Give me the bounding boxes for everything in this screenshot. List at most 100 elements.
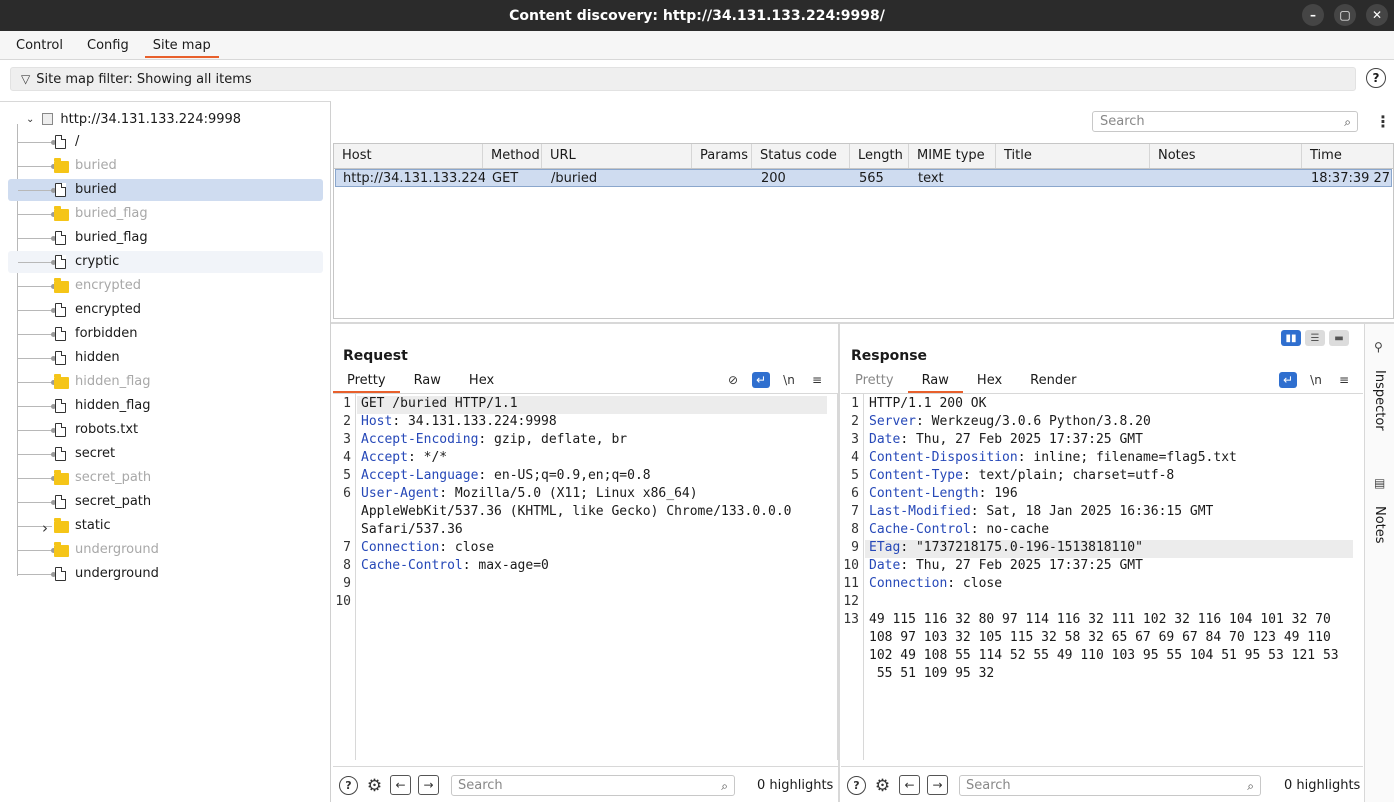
split-vertical-icon[interactable]: ☰	[1305, 330, 1325, 346]
column-header[interactable]: URL	[542, 144, 692, 168]
tree-item[interactable]: hidden_flag	[8, 371, 323, 393]
tree-item[interactable]: secret_path	[8, 467, 323, 489]
maximize-icon[interactable]: ▢	[1334, 4, 1356, 26]
vertical-splitter[interactable]	[838, 324, 840, 802]
response-tab-render[interactable]: Render	[1016, 370, 1090, 392]
code-line: GET /buried HTTP/1.1	[361, 396, 518, 411]
tree-item[interactable]: encrypted	[8, 275, 323, 297]
code-line: Cache-Control: no-cache	[869, 522, 1049, 537]
previous-arrow-icon[interactable]: ←	[390, 775, 411, 795]
response-search-input[interactable]: Search ⌕	[959, 775, 1261, 796]
tree-item[interactable]: secret_path	[8, 491, 323, 513]
chevron-right-icon[interactable]: ›	[42, 519, 48, 537]
menu-icon[interactable]: ≡	[808, 372, 826, 388]
tree-item[interactable]: secret	[8, 443, 323, 465]
header-value: : max-age=0	[462, 558, 549, 573]
notes-icon[interactable]: ▤	[1374, 476, 1385, 490]
request-search-input[interactable]: Search ⌕	[451, 775, 735, 796]
request-tab-hex[interactable]: Hex	[455, 370, 508, 392]
tree-item[interactable]: encrypted	[8, 299, 323, 321]
help-icon[interactable]: ?	[339, 776, 358, 795]
header-value: : close	[439, 540, 495, 555]
tree-item-label: hidden_flag	[75, 374, 151, 389]
next-arrow-icon[interactable]: →	[927, 775, 948, 795]
table-row[interactable]: http://34.131.133.224:9... GET/buried 200 5…	[335, 169, 1394, 187]
column-header[interactable]: Status code ⌃	[752, 144, 850, 187]
tree-item-label: secret	[75, 446, 116, 461]
column-header[interactable]: Time requeste	[1302, 144, 1394, 187]
file-icon	[55, 447, 66, 461]
minimize-icon[interactable]: –	[1302, 4, 1324, 26]
close-icon[interactable]: ✕	[1366, 4, 1388, 26]
column-header[interactable]: Title	[996, 144, 1150, 168]
column-header[interactable]: MIME type	[909, 144, 996, 168]
wrap-lines-icon[interactable]: ↵	[1279, 372, 1297, 388]
response-tab-pretty[interactable]: Pretty	[841, 370, 908, 392]
table-search-input[interactable]: Search ⌕	[1092, 111, 1358, 132]
code-line: Accept: */*	[361, 450, 447, 465]
tree-item[interactable]: buried_flag	[8, 227, 323, 249]
file-icon	[55, 423, 66, 437]
tree-item[interactable]: buried	[8, 155, 323, 177]
wrap-lines-icon[interactable]: ↵	[752, 372, 770, 388]
header-name: Last-Modified	[869, 504, 971, 519]
request-tab-pretty[interactable]: Pretty	[333, 370, 400, 393]
site-map-filter-bar[interactable]: ▽ Site map filter: Showing all items	[10, 67, 1356, 91]
tree-item[interactable]: cryptic	[8, 251, 323, 273]
gear-icon[interactable]: ⚙	[873, 776, 892, 796]
newline-icon[interactable]: \n	[1307, 372, 1325, 388]
tree-item-label: hidden_flag	[75, 398, 151, 413]
tree-item-label: static	[75, 518, 111, 533]
response-tab-raw[interactable]: Raw	[907, 370, 964, 393]
code-line: User-Agent: Mozilla/5.0 (X11; Linux x86_…	[361, 486, 698, 501]
tree-item[interactable]: buried	[8, 179, 323, 201]
inspector-icon[interactable]: ⚲	[1374, 340, 1383, 354]
column-header[interactable]: Length	[850, 144, 909, 168]
split-horizontal-icon[interactable]: ▮▮	[1281, 330, 1301, 346]
tree-item[interactable]: underground	[8, 539, 323, 561]
chevron-down-icon[interactable]: ⌄	[26, 114, 34, 125]
column-header[interactable]: Method	[483, 144, 542, 168]
tab-control[interactable]: Control	[4, 31, 75, 60]
response-tab-hex[interactable]: Hex	[963, 370, 1016, 392]
line-number: 11	[843, 576, 859, 591]
tree-item-label: forbidden	[75, 326, 138, 341]
tree-item[interactable]: hidden	[8, 347, 323, 369]
menu-icon[interactable]: ≡	[1335, 372, 1353, 388]
site-map-table-area: Search ⌕ ⋮ Host Method URL Params Status cod…	[331, 101, 1394, 321]
request-editor[interactable]: 1 2 3 4 5 6 7 8 9 10 GET /buried HTTP/1.1 Host: 34…	[333, 394, 838, 760]
column-header[interactable]: Params	[692, 144, 752, 168]
tree-item[interactable]: hidden_flag	[8, 395, 323, 417]
gear-icon[interactable]: ⚙	[365, 776, 384, 796]
tree-item[interactable]: buried_flag	[8, 203, 323, 225]
help-icon[interactable]: ?	[847, 776, 866, 795]
request-tab-raw[interactable]: Raw	[400, 370, 455, 392]
code-line: 55 51 109 95 32	[869, 666, 994, 681]
column-header[interactable]: Notes	[1150, 144, 1302, 168]
tree-root[interactable]: ⌄ http://34.131.133.224:9998	[18, 110, 241, 128]
file-icon	[55, 135, 66, 149]
tree-item[interactable]: /	[8, 131, 323, 153]
code-line: Safari/537.36	[361, 522, 463, 537]
response-editor[interactable]: 1 2 3 4 5 6 7 8 9 10 11 12 13 HTTP/1.1 200 OK Server:…	[841, 394, 1363, 760]
header-name: Accept-Encoding	[361, 432, 479, 447]
previous-arrow-icon[interactable]: ←	[899, 775, 920, 795]
more-options-icon[interactable]: ⋮	[1375, 112, 1391, 131]
window-title: Content discovery: http://34.131.133.224…	[509, 7, 885, 24]
tree-item[interactable]: underground	[8, 563, 323, 585]
sidebar-item-notes[interactable]: Notes	[1372, 506, 1387, 544]
newline-icon[interactable]: \n	[780, 372, 798, 388]
next-arrow-icon[interactable]: →	[418, 775, 439, 795]
sidebar-item-inspector[interactable]: Inspector	[1372, 370, 1387, 431]
tree-branch-line	[18, 550, 52, 551]
column-header[interactable]: Host	[334, 144, 483, 168]
tree-item[interactable]: robots.txt	[8, 419, 323, 441]
tab-config[interactable]: Config	[75, 31, 141, 60]
tabbed-layout-icon[interactable]: ▬	[1329, 330, 1349, 346]
tab-site-map[interactable]: Site map	[141, 31, 223, 60]
hide-eye-icon[interactable]: ⊘	[724, 372, 742, 388]
tree-item[interactable]: › static	[8, 515, 323, 537]
tree-item[interactable]: forbidden	[8, 323, 323, 345]
help-icon[interactable]: ?	[1366, 68, 1386, 88]
tree-branch-line	[18, 214, 52, 215]
